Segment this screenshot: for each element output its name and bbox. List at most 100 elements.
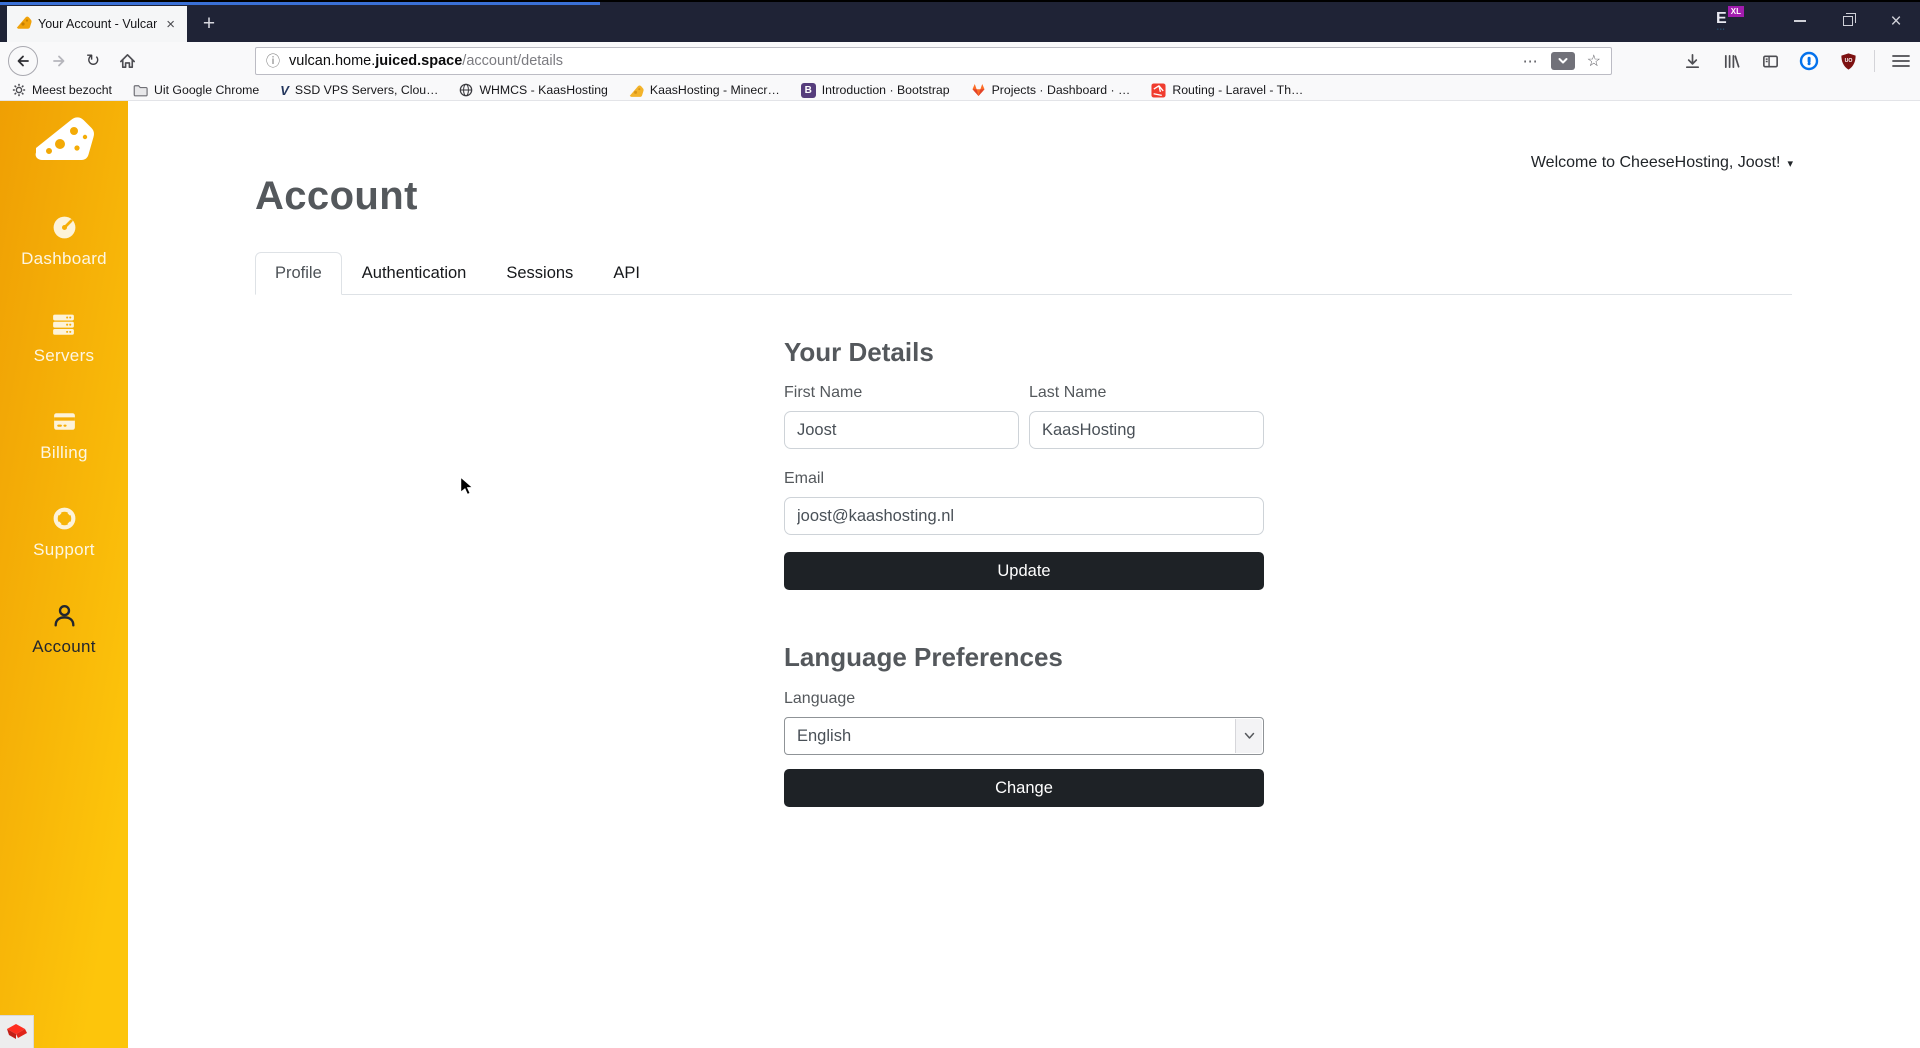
bookmark-most-visited[interactable]: Meest bezocht (12, 83, 112, 97)
chevron-down-icon (1244, 732, 1255, 740)
close-icon: × (1890, 12, 1901, 31)
your-details-heading: Your Details (784, 337, 1264, 368)
email-input[interactable] (784, 497, 1264, 535)
folder-icon (133, 84, 148, 97)
change-button[interactable]: Change (784, 769, 1264, 807)
last-name-group: Last Name (1029, 384, 1264, 449)
browser-tab[interactable]: Your Account - Vulcan × (7, 6, 187, 42)
toolbar-right-icons: UO (1679, 42, 1914, 80)
hamburger-icon (1893, 56, 1909, 66)
cheesehosting-logo-icon[interactable] (33, 115, 95, 166)
minimize-icon (1794, 20, 1806, 22)
bookmark-laravel[interactable]: Routing - Laravel - Th… (1151, 83, 1303, 98)
dashboard-gauge-icon (51, 214, 78, 241)
sidebar-item-servers[interactable]: Servers (34, 311, 95, 366)
billing-card-icon (51, 408, 78, 435)
back-button[interactable] (8, 46, 38, 76)
reload-icon: ↻ (86, 51, 100, 71)
cheese-icon (629, 83, 644, 98)
bookmark-bootstrap[interactable]: B Introduction · Bootstrap (801, 83, 950, 98)
page-title: Account (255, 174, 418, 219)
onepassword-extension-button[interactable] (1796, 48, 1822, 74)
home-icon (120, 54, 133, 66)
tab-sessions[interactable]: Sessions (486, 252, 593, 295)
email-label: Email (784, 470, 1264, 488)
servers-icon (50, 311, 77, 338)
user-menu[interactable]: Welcome to CheeseHosting, Joost! ▾ (1531, 154, 1793, 172)
restore-button[interactable] (1824, 2, 1872, 40)
bookmark-whmcs[interactable]: WHMCS - KaasHosting (459, 83, 607, 97)
forward-button[interactable] (46, 48, 72, 74)
tab-title: Your Account - Vulcan (38, 17, 157, 31)
home-button[interactable] (114, 48, 140, 74)
sidebar-item-billing[interactable]: Billing (40, 408, 87, 463)
last-name-input[interactable] (1029, 411, 1264, 449)
first-name-group: First Name (784, 384, 1019, 449)
bookmarks-bar: Meest bezocht Uit Google Chrome V SSD VP… (0, 80, 1920, 101)
select-dropdown-strip (1235, 719, 1262, 753)
menu-button[interactable] (1888, 48, 1914, 74)
reload-button[interactable]: ↻ (80, 48, 106, 74)
bookmark-star-icon[interactable]: ☆ (1587, 51, 1601, 71)
tab-favicon-cheese-icon (16, 14, 32, 35)
account-tabs: Profile Authentication Sessions API (255, 252, 1792, 295)
first-name-input[interactable] (784, 411, 1019, 449)
welcome-text: Welcome to CheeseHosting, Joost! (1531, 154, 1781, 172)
svg-text:UO: UO (1844, 57, 1852, 63)
minimize-button[interactable] (1776, 2, 1824, 40)
restore-icon (1843, 16, 1853, 26)
first-name-label: First Name (784, 384, 1019, 402)
sidebar-item-support[interactable]: Support (33, 505, 95, 560)
update-button[interactable]: Update (784, 552, 1264, 590)
bookmark-from-chrome[interactable]: Uit Google Chrome (133, 83, 259, 97)
url-text: vulcan.home.juiced.space/account/details (289, 53, 563, 69)
laravel-icon (1151, 83, 1166, 98)
download-icon (1686, 54, 1697, 66)
sidebar-toggle-button[interactable] (1757, 48, 1783, 74)
app-sidebar: Dashboard Servers Billing Support Accoun… (0, 101, 128, 1048)
pocket-chevron-icon[interactable] (1551, 52, 1575, 70)
library-button[interactable] (1718, 48, 1744, 74)
account-user-icon (51, 602, 78, 629)
sidebar-item-dashboard[interactable]: Dashboard (21, 214, 107, 269)
url-bar[interactable]: ⓘ vulcan.home.juiced.space/account/detai… (255, 47, 1612, 75)
support-lifering-icon (51, 505, 78, 532)
language-preferences-heading: Language Preferences (784, 642, 1264, 673)
forward-arrow-icon (54, 57, 64, 66)
page-content: Dashboard Servers Billing Support Accoun… (0, 101, 1920, 1048)
tab-api[interactable]: API (593, 252, 660, 295)
debugbar-toggle[interactable] (0, 1015, 34, 1048)
nav-buttons: ↻ (8, 42, 140, 80)
toolbar-separator (1874, 50, 1875, 72)
gear-icon (12, 83, 26, 97)
sidebar-item-account[interactable]: Account (32, 602, 96, 657)
bookmark-kaashosting[interactable]: KaasHosting - Minecr… (629, 83, 780, 98)
window-controls: × (1776, 2, 1920, 40)
language-select[interactable]: English (784, 717, 1264, 755)
sidebar-nav: Dashboard Servers Billing Support Accoun… (21, 214, 107, 699)
close-button[interactable]: × (1872, 2, 1920, 40)
name-row: First Name Last Name (784, 384, 1264, 449)
language-group: Language English (784, 690, 1264, 755)
page-actions-dots-icon[interactable]: ⋯ (1523, 52, 1539, 70)
sidebar-panel-icon (1765, 56, 1768, 66)
tab-close-icon[interactable]: × (163, 16, 178, 33)
profile-form: Your Details First Name Last Name Email (784, 337, 1264, 807)
tab-authentication[interactable]: Authentication (342, 252, 487, 295)
new-tab-button[interactable]: + (194, 9, 224, 39)
ublock-extension-button[interactable]: UO (1835, 48, 1861, 74)
tab-profile[interactable]: Profile (255, 252, 342, 295)
page-actions: ⋯ ☆ (1523, 51, 1601, 71)
site-info-icon[interactable]: ⓘ (266, 51, 280, 71)
titlebar: Your Account - Vulcan × + E XL ∙∙∙ × (0, 0, 1920, 42)
language-label: Language (784, 690, 1264, 708)
downloads-button[interactable] (1679, 48, 1705, 74)
active-tab-accent-line (0, 2, 600, 5)
versio-v-icon: V (280, 83, 289, 98)
extension-exitlag-icon[interactable]: E XL ∙∙∙ (1714, 4, 1744, 36)
bookmark-versio[interactable]: V SSD VPS Servers, Clou… (280, 83, 438, 98)
globe-icon (459, 83, 473, 97)
main-panel: Welcome to CheeseHosting, Joost! ▾ Accou… (128, 101, 1920, 1048)
browser-window: Your Account - Vulcan × + E XL ∙∙∙ × ↻ (0, 0, 1920, 1048)
bookmark-gitlab[interactable]: Projects · Dashboard · … (971, 83, 1131, 97)
